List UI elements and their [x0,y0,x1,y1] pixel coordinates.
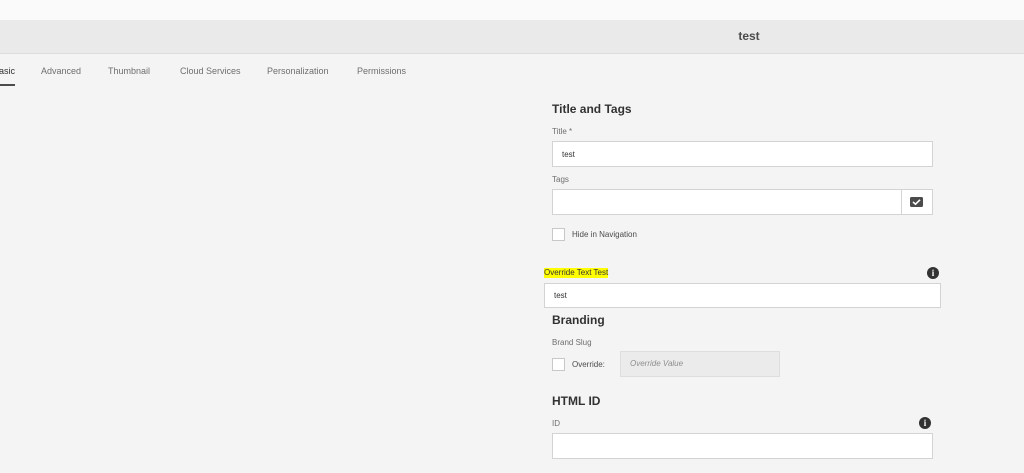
tags-input[interactable] [552,189,902,215]
title-and-tags-heading: Title and Tags [552,102,632,116]
tag-picker-icon [910,197,923,207]
tab-cloud-services[interactable]: Cloud Services [180,66,241,76]
page-title: test [738,29,760,43]
title-bar: test [0,20,1024,54]
tab-permissions[interactable]: Permissions [357,66,406,76]
tab-bar: asic Advanced Thumbnail Cloud Services P… [0,54,1024,90]
override-value-input[interactable]: Override Value [620,351,780,377]
hide-in-navigation-checkbox[interactable] [552,228,565,241]
top-bar [0,0,1024,21]
tab-basic[interactable]: asic [0,66,15,76]
info-icon[interactable]: i [927,267,939,279]
id-label: ID [552,419,560,428]
html-id-heading: HTML ID [552,394,601,408]
hide-in-navigation-label: Hide in Navigation [572,230,637,239]
tag-picker-button[interactable] [901,189,933,215]
branding-heading: Branding [552,313,605,327]
title-label: Title * [552,127,573,136]
active-tab-indicator [0,84,15,86]
tab-personalization[interactable]: Personalization [267,66,329,76]
override-text-label: Override Text Test [544,268,609,278]
title-input[interactable] [552,141,933,167]
tab-thumbnail[interactable]: Thumbnail [108,66,150,76]
info-icon[interactable]: i [919,417,931,429]
id-input[interactable] [552,433,933,459]
tags-label: Tags [552,175,569,184]
override-text-input[interactable] [544,283,941,308]
tab-advanced[interactable]: Advanced [41,66,81,76]
override-checkbox[interactable] [552,358,565,371]
override-checkbox-label: Override: [572,360,605,369]
brand-slug-label: Brand Slug [552,338,592,347]
